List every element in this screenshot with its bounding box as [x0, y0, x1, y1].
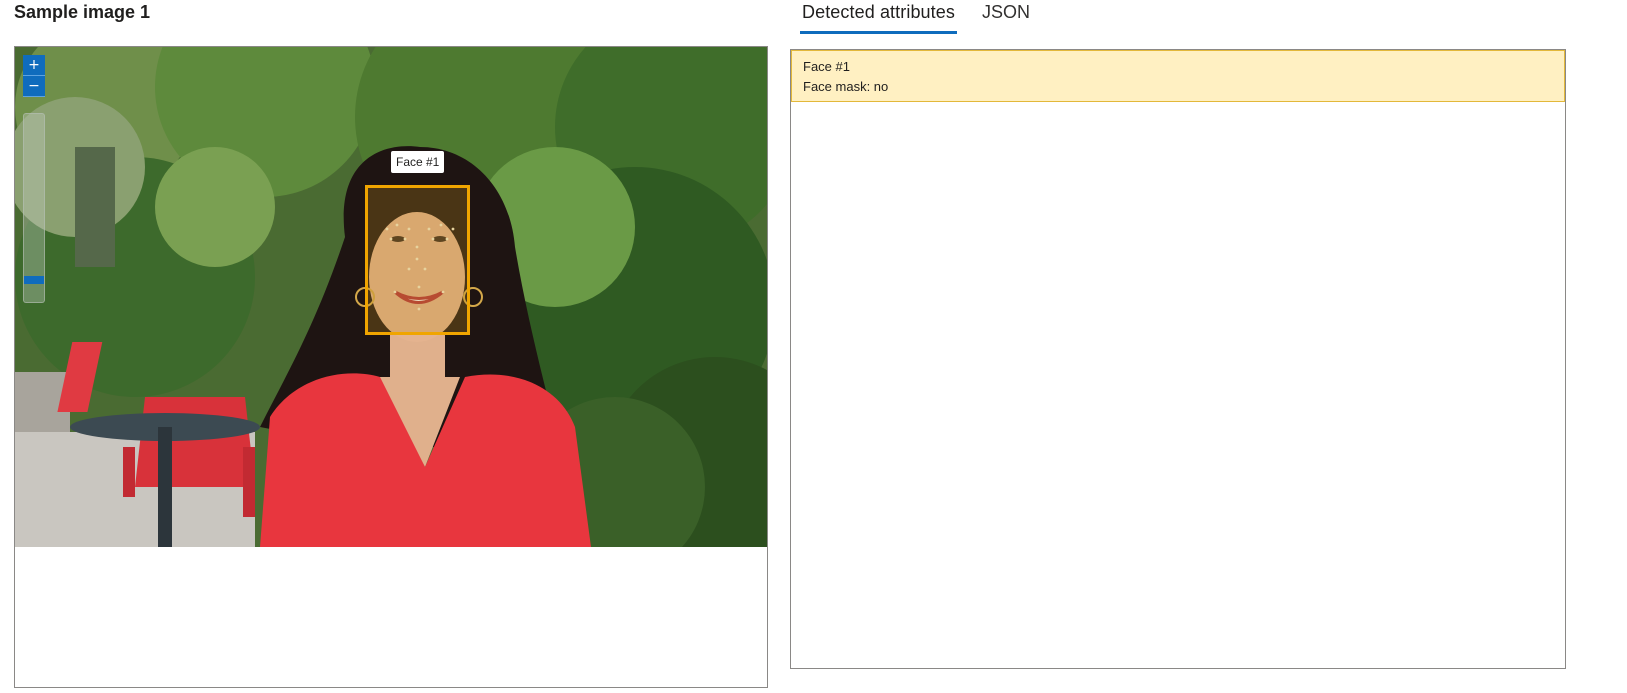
tab-json[interactable]: JSON — [980, 0, 1032, 31]
zoom-slider-thumb[interactable] — [24, 276, 44, 284]
page-title: Sample image 1 — [14, 2, 151, 22]
face-bounding-box[interactable] — [365, 185, 470, 335]
face-result-attribute: Face mask: no — [803, 79, 889, 94]
plus-icon: + — [28, 57, 40, 73]
results-panel: Face #1 Face mask: no — [790, 49, 1566, 669]
sample-photo: Face #1 — [15, 47, 767, 547]
tab-detected-attributes-label: Detected attributes — [802, 2, 955, 22]
zoom-slider[interactable] — [23, 113, 45, 303]
zoom-in-button[interactable]: + — [23, 55, 45, 76]
zoom-controls: + − — [23, 55, 45, 303]
tab-json-label: JSON — [982, 2, 1031, 22]
face-bounding-box-label: Face #1 — [391, 151, 445, 173]
image-viewer: Face #1 + − — [14, 46, 768, 688]
minus-icon: − — [28, 78, 40, 94]
tab-detected-attributes[interactable]: Detected attributes — [800, 0, 957, 34]
face-result-name: Face #1 — [803, 59, 850, 74]
face-result-card[interactable]: Face #1 Face mask: no — [791, 50, 1565, 102]
zoom-out-button[interactable]: − — [23, 76, 45, 97]
